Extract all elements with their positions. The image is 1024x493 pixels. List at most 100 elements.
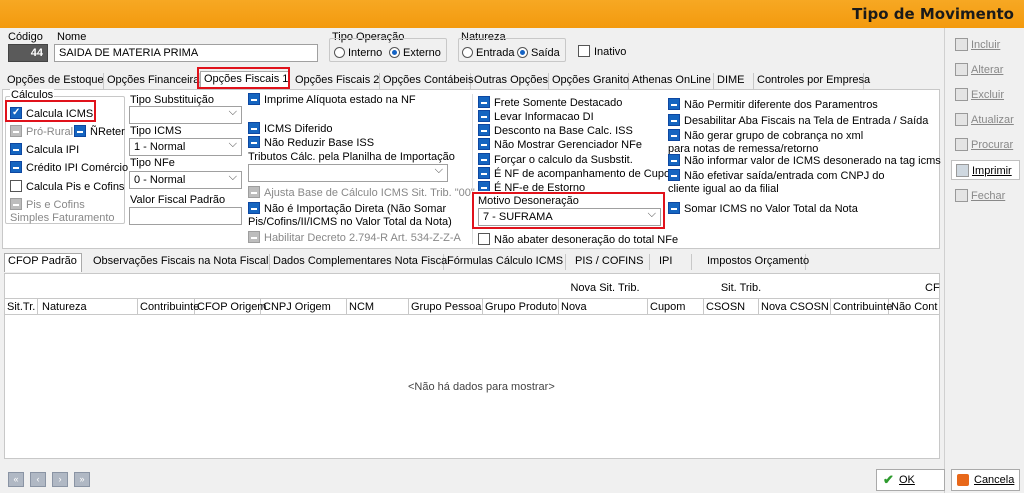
frete-checkbox[interactable]: Frete Somente Destacado <box>478 96 622 110</box>
nao-abater-checkbox[interactable]: Não abater desoneração do total NFe <box>478 233 678 247</box>
highlight-calcula-icms <box>5 100 96 122</box>
tab-ipi[interactable]: IPI <box>656 254 692 270</box>
icms-diferido-checkbox[interactable]: ICMS Diferido <box>248 122 332 136</box>
valor-fiscal-field[interactable] <box>129 207 242 225</box>
pro-rural-checkbox[interactable]: Pró-Rural <box>10 125 73 139</box>
calcula-pis-checkbox[interactable]: Calcula Pis e Cofins <box>10 180 124 194</box>
radio-saida[interactable]: Saída <box>517 47 560 60</box>
col-natureza[interactable]: Natureza <box>40 299 138 315</box>
tipo-nfe-label: Tipo NFe <box>130 157 175 169</box>
col-cfop-origem[interactable]: CFOP Origem <box>195 299 266 315</box>
levar-di-checkbox[interactable]: Levar Informacao DI <box>478 110 594 124</box>
excluir-button[interactable]: Excluir <box>951 85 1020 105</box>
tab-opcoes-financeiras[interactable]: Opções Financeiras <box>104 73 205 89</box>
nreter-checkbox[interactable]: ÑReter <box>74 125 125 139</box>
radio-entrada[interactable]: Entrada <box>462 47 515 60</box>
lower-tabs-row: CFOP Padrão Observações Fiscais na Nota … <box>4 253 940 272</box>
tab-opcoes-contabeis[interactable]: Opções Contábeis <box>380 73 474 89</box>
title-bar: Tipo de Movimento <box>0 0 1024 28</box>
nao-permitir-checkbox[interactable]: Não Permitir diferente dos Paramentros <box>668 98 878 112</box>
highlight-tab <box>197 67 290 89</box>
printer-icon <box>956 164 969 177</box>
save-icon <box>955 113 968 126</box>
col-ncm[interactable]: NCM <box>347 299 409 315</box>
col-cnpj-origem[interactable]: CNPJ Origem <box>261 299 347 315</box>
imprime-aliquota-checkbox[interactable]: Imprime Alíquota estado na NF <box>248 93 416 107</box>
calcula-ipi-checkbox[interactable]: Calcula IPI <box>10 143 79 157</box>
group-header-nova: Nova Sit. Trib. <box>570 282 640 294</box>
pis-simples-checkbox[interactable]: Pis e Cofins Simples Faturamento <box>10 198 122 225</box>
window-title: Tipo de Movimento <box>852 5 1014 23</box>
tab-outras-opcoes[interactable]: Outras Opções <box>471 73 549 89</box>
col-grupo-produto[interactable]: Grupo Produto <box>483 299 559 315</box>
tipo-icms-label: Tipo ICMS <box>130 125 182 137</box>
nao-informar-checkbox[interactable]: Não informar valor de ICMS desonerado na… <box>668 154 941 168</box>
prev-record-button[interactable]: ‹ <box>30 472 46 487</box>
tipo-substituicao-select[interactable] <box>129 106 242 124</box>
desconto-iss-checkbox[interactable]: Desconto na Base Calc. ISS <box>478 124 633 138</box>
procurar-button[interactable]: Procurar <box>951 135 1020 155</box>
habilitar-decreto-checkbox[interactable]: Habilitar Decreto 2.794-R Art. 534-Z-Z-A <box>248 231 461 245</box>
col-contribuinte[interactable]: Contribuinte <box>138 299 199 315</box>
tab-impostos-orcamento[interactable]: Impostos Orçamento <box>704 254 809 270</box>
tab-formulas-icms[interactable]: Fórmulas Cálculo ICMS <box>444 254 566 270</box>
nf-acomp-checkbox[interactable]: É NF de acompanhamento de Cupom <box>478 167 679 181</box>
cancel-button[interactable]: Cancela <box>951 469 1020 491</box>
tipo-substituicao-label: Tipo Substituição <box>130 94 214 106</box>
col-nao-cont[interactable]: Não Cont <box>889 299 939 315</box>
first-record-button[interactable]: « <box>8 472 24 487</box>
nao-gerar-checkbox[interactable]: Não gerar grupo de cobrança no xml para … <box>668 129 878 156</box>
col-grupo-pessoa[interactable]: Grupo Pessoa <box>409 299 483 315</box>
tab-dime[interactable]: DIME <box>714 73 754 89</box>
alterar-button[interactable]: Alterar <box>951 60 1020 80</box>
col-contribuinte-2[interactable]: Contribuinte <box>831 299 892 315</box>
col-nova-csosn[interactable]: Nova CSOSN <box>759 299 831 315</box>
tab-controles-empresa[interactable]: Controles por Empresa <box>754 73 870 89</box>
tipo-nfe-select[interactable]: 0 - Normal <box>129 171 242 189</box>
close-icon <box>955 189 968 202</box>
tab-dados-complementares[interactable]: Dados Complementares Nota Fiscal <box>270 254 450 270</box>
somar-icms-checkbox[interactable]: Somar ICMS no Valor Total da Nota <box>668 202 858 216</box>
col-cupom[interactable]: Cupom <box>648 299 704 315</box>
atualizar-button[interactable]: Atualizar <box>951 110 1020 130</box>
fechar-button[interactable]: Fechar <box>951 186 1020 206</box>
nome-field[interactable]: SAIDA DE MATERIA PRIMA <box>54 44 318 62</box>
tab-pis-cofins[interactable]: PIS / COFINS <box>572 254 650 270</box>
inativo-checkbox[interactable]: Inativo <box>578 45 626 59</box>
ajusta-base-checkbox[interactable]: Ajusta Base de Cálculo ICMS Sit. Trib. "… <box>248 186 475 200</box>
forcar-checkbox[interactable]: Forçar o calculo da Susbstit. <box>478 153 633 167</box>
credito-ipi-checkbox[interactable]: Crédito IPI Comércio <box>10 161 128 175</box>
col-sit-tr[interactable]: Sit.Tr. <box>5 299 38 315</box>
highlight-motivo <box>472 192 665 229</box>
group-header-sit: Sit. Trib. <box>720 282 762 294</box>
last-record-button[interactable]: » <box>74 472 90 487</box>
check-icon: ✔ <box>883 472 894 487</box>
imprimir-button[interactable]: Imprimir <box>951 160 1020 180</box>
nao-importacao-checkbox[interactable]: Não é Importação Direta (Não Somar Pis/C… <box>248 202 460 229</box>
nao-efetivar-checkbox[interactable]: Não efetivar saída/entrada com CNPJ do c… <box>668 169 898 196</box>
tab-opcoes-fiscais-2[interactable]: Opções Fiscais 2 <box>292 73 380 89</box>
tab-cfop-padrao[interactable]: CFOP Padrão <box>4 253 82 272</box>
tab-athenas-online[interactable]: Athenas OnLine <box>629 73 714 89</box>
next-record-button[interactable]: › <box>52 472 68 487</box>
codigo-field[interactable]: 44 <box>8 44 48 62</box>
nome-label: Nome <box>57 31 87 43</box>
desabilitar-aba-checkbox[interactable]: Desabilitar Aba Fiscais na Tela de Entra… <box>668 114 928 128</box>
col-nova[interactable]: Nova <box>559 299 648 315</box>
tab-opcoes-estoque[interactable]: Opções de Estoque <box>4 73 104 89</box>
incluir-button[interactable]: Incluir <box>951 35 1020 55</box>
radio-interno[interactable]: Interno <box>334 47 382 60</box>
grid-group-headers: Nova Sit. Trib. Sit. Trib. CF <box>5 280 939 296</box>
radio-externo[interactable]: Externo <box>389 47 441 60</box>
search-icon <box>955 138 968 151</box>
add-icon <box>955 38 968 51</box>
tab-observacoes-fiscais[interactable]: Observações Fiscais na Nota Fiscal <box>90 254 270 270</box>
ok-button[interactable]: ✔ OK <box>876 469 945 491</box>
nao-reduzir-iss-checkbox[interactable]: Não Reduzir Base ISS <box>248 136 374 150</box>
tributos-select[interactable] <box>248 164 448 182</box>
nao-mostrar-checkbox[interactable]: Não Mostrar Gerenciador NFe <box>478 138 642 152</box>
tipo-icms-select[interactable]: 1 - Normal <box>129 138 242 156</box>
tab-opcoes-granito[interactable]: Opções Granito <box>549 73 629 89</box>
grid-columns: Sit.Tr. Natureza Contribuinte CFOP Orige… <box>5 298 939 315</box>
col-csosn[interactable]: CSOSN <box>704 299 759 315</box>
